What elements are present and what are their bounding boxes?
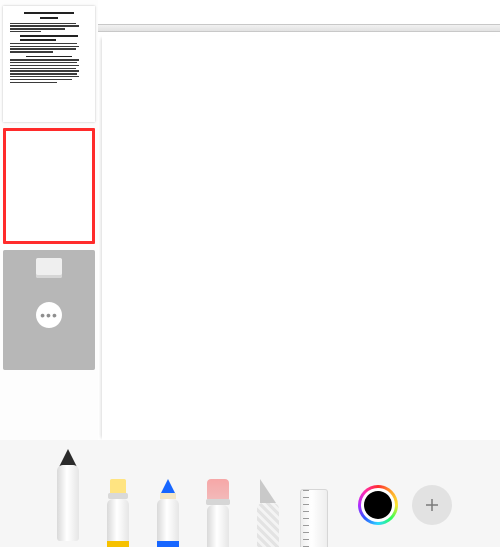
content-area: ••• xyxy=(0,0,500,440)
add-tool-button[interactable] xyxy=(412,485,452,525)
canvas-area xyxy=(98,0,500,440)
selection-tool[interactable] xyxy=(248,479,288,547)
page-thumbnail-sidebar: ••• xyxy=(0,0,98,440)
pencil-tip-icon xyxy=(161,479,175,493)
color-picker-button[interactable] xyxy=(358,485,398,525)
page-thumbnail-2-selected[interactable] xyxy=(3,128,95,244)
more-templates-button[interactable]: ••• xyxy=(36,302,62,328)
more-icon: ••• xyxy=(40,307,58,323)
highlighter-body-icon: 80 xyxy=(107,499,129,547)
selection-body-icon xyxy=(257,503,279,547)
template-preview-icon xyxy=(36,258,62,278)
highlighter-tip-icon xyxy=(110,479,126,493)
highlighter-tool[interactable]: 80 xyxy=(98,479,138,547)
selection-blade-icon xyxy=(260,479,276,503)
drawing-canvas[interactable] xyxy=(102,36,500,440)
ruler-icon xyxy=(300,489,328,547)
horizontal-ruler xyxy=(98,24,500,32)
eraser-tool[interactable] xyxy=(198,479,238,547)
ruler-tool[interactable] xyxy=(298,479,330,547)
eraser-body-icon xyxy=(207,505,229,547)
tool-group: 80 50 xyxy=(48,440,330,547)
app-root: ••• 80 xyxy=(0,0,500,547)
drawing-toolbar: 80 50 xyxy=(0,440,500,547)
page-thumbnail-1[interactable] xyxy=(3,6,95,122)
pen-tool[interactable] xyxy=(48,449,88,541)
page-thumbnail-preview xyxy=(3,6,95,122)
eraser-tip-icon xyxy=(207,479,229,499)
toolbar-side-group xyxy=(358,485,452,525)
page-thumbnail-add[interactable]: ••• xyxy=(3,250,95,370)
pencil-body-icon: 50 xyxy=(157,499,179,547)
plus-icon xyxy=(423,496,441,514)
pen-body-icon xyxy=(57,465,79,541)
current-color-swatch xyxy=(364,491,392,519)
pencil-tool[interactable]: 50 xyxy=(148,479,188,547)
